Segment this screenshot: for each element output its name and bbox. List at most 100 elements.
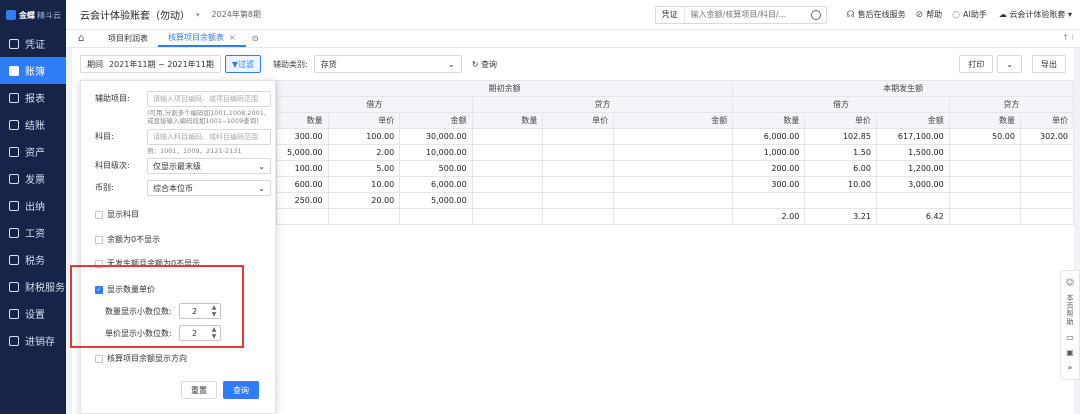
table-row[interactable]: 2.00 3.21 6.42 bbox=[276, 208, 1075, 225]
close-tab-icon[interactable]: × bbox=[229, 33, 236, 42]
zero-balance-checkbox[interactable]: 余额为0不显示 bbox=[95, 234, 160, 245]
table-cell bbox=[471, 160, 544, 177]
table-cell bbox=[471, 144, 544, 161]
tab-label: 项目利润表 bbox=[108, 33, 148, 43]
table-cell: 617,100.00 bbox=[875, 128, 950, 145]
ai-icon: ◌ bbox=[952, 9, 961, 20]
panel-buttons: 重置 查询 bbox=[175, 381, 259, 399]
opening-balance-header: 期初余额 bbox=[275, 80, 734, 97]
tab-scroll-icon[interactable]: ↑ ⁝ bbox=[1062, 33, 1074, 42]
service-label: 售后在线服务 bbox=[857, 10, 906, 19]
table-cell bbox=[471, 192, 544, 209]
table-cell bbox=[1019, 144, 1075, 161]
export-button[interactable]: 导出 bbox=[1032, 55, 1066, 73]
print-button[interactable]: 打印 bbox=[959, 55, 994, 73]
ai-assistant-link[interactable]: ◌ AI助手 bbox=[952, 9, 987, 20]
table-cell bbox=[613, 192, 734, 209]
home-icon[interactable]: ⌂ bbox=[78, 29, 98, 47]
show-account-checkbox[interactable]: 显示科目 bbox=[95, 209, 139, 220]
sidebar-item-label: 财税服务 bbox=[25, 283, 65, 294]
table-cell bbox=[613, 144, 734, 161]
table-cell: 1.50 bbox=[804, 144, 877, 161]
app-logo: 金蝶 精斗云 bbox=[0, 0, 66, 30]
table-cell: 1,500.00 bbox=[875, 144, 950, 161]
opening-debit-header: 借方 bbox=[276, 96, 473, 113]
gift-icon[interactable]: ▣ bbox=[1066, 348, 1074, 357]
table-cell: 100.00 bbox=[327, 128, 401, 145]
close-icon bbox=[9, 119, 19, 130]
table-row[interactable]: 250.00 20.00 5,000.00 bbox=[276, 192, 1075, 209]
table-row[interactable]: 600.00 10.00 6,000.00 300.00 10.00 3,000.00 bbox=[276, 176, 1075, 193]
col-amount: 金额 bbox=[399, 112, 473, 129]
query-button[interactable]: ↻ 查询 bbox=[472, 59, 497, 70]
help-link[interactable]: ⊘ 帮助 bbox=[916, 9, 943, 20]
query-submit-button[interactable]: 查询 bbox=[223, 381, 259, 399]
aux-category-select[interactable]: 存货 ⌄ bbox=[313, 55, 462, 73]
sidebar-item-tax[interactable]: 税务 bbox=[0, 246, 66, 273]
tab-project-balance[interactable]: 核算项目余额表 × bbox=[158, 29, 246, 47]
reset-button[interactable]: 重置 bbox=[181, 381, 217, 399]
table-cell: 5.00 bbox=[327, 160, 401, 177]
currency-select[interactable]: 综合本位币 ⌄ bbox=[147, 180, 271, 196]
sidebar-item-voucher[interactable]: 凭证 bbox=[0, 30, 66, 57]
table-row[interactable]: 5,000.00 2.00 10,000.00 1,000.00 1.50 1,500.0… bbox=[276, 144, 1075, 161]
report-icon bbox=[9, 92, 19, 103]
after-sales-service-link[interactable]: ☊ 售后在线服务 bbox=[847, 9, 906, 20]
table-cell bbox=[471, 176, 544, 193]
period-value: 2021年11期 ~ 2021年11期 bbox=[109, 59, 214, 69]
table-cell: 300.00 bbox=[732, 176, 806, 193]
table-row[interactable]: 300.00 100.00 30,000.00 6,000.00 102.85 617,1… bbox=[276, 128, 1075, 145]
expand-icon[interactable]: » bbox=[1068, 363, 1073, 372]
table-cell bbox=[542, 128, 615, 145]
sidebar-item-salary[interactable]: 工资 bbox=[0, 219, 66, 246]
brand-mark-icon bbox=[6, 10, 16, 20]
book-selector[interactable]: 云会计体验账套（勿动） bbox=[80, 7, 190, 22]
table-cell: 50.00 bbox=[948, 128, 1021, 145]
table-cell: 302.00 bbox=[1019, 128, 1075, 145]
page-help-link[interactable]: 本页帮助 bbox=[1065, 294, 1075, 326]
search-icon[interactable] bbox=[810, 9, 821, 20]
sidebar-item-label: 出纳 bbox=[25, 202, 45, 213]
tab-more-icon[interactable]: ⊙ bbox=[246, 29, 259, 47]
search-type-select[interactable]: 凭证 bbox=[656, 6, 685, 23]
period-range-selector[interactable]: 期间 2021年11期 ~ 2021年11期 bbox=[80, 55, 221, 73]
sidebar-item-report[interactable]: 报表 bbox=[0, 84, 66, 111]
chevron-down-icon[interactable]: ▾ bbox=[196, 11, 200, 19]
table-cell bbox=[1019, 160, 1075, 177]
book-icon bbox=[9, 65, 19, 76]
table-cell bbox=[613, 128, 734, 145]
tab-project-profit[interactable]: 项目利润表 bbox=[98, 29, 158, 47]
currency-label: 币别: bbox=[95, 183, 114, 192]
table-cell: 5,000.00 bbox=[399, 192, 473, 209]
level-select[interactable]: 仅显示最末级 ⌄ bbox=[147, 158, 271, 174]
sidebar-item-service[interactable]: 财税服务 bbox=[0, 273, 66, 300]
col-price: 单价 bbox=[804, 112, 877, 129]
sidebar-item-settings[interactable]: 设置 bbox=[0, 300, 66, 327]
sidebar-item-cashier[interactable]: 出纳 bbox=[0, 192, 66, 219]
account-hint: 例：1001、1009、2121-2131 bbox=[147, 147, 242, 155]
service-icon bbox=[9, 281, 19, 292]
balance-table: 期初余额 本期发生额 借方 贷方 借方 贷方 数量 单价 金额 数量 单价 金额… bbox=[275, 80, 1075, 225]
show-direction-checkbox[interactable]: 核算项目余额显示方向 bbox=[95, 353, 187, 364]
checkbox-box bbox=[95, 354, 103, 363]
sidebar-item-asset[interactable]: 资产 bbox=[0, 138, 66, 165]
chat-icon[interactable]: ▭ bbox=[1066, 333, 1074, 342]
aux-item-input[interactable]: 请输入项目编码、或项目编码范围 bbox=[147, 91, 271, 107]
sidebar-item-book[interactable]: 账簿 bbox=[0, 57, 66, 84]
sidebar-item-inventory[interactable]: 进销存 bbox=[0, 327, 66, 354]
inventory-icon bbox=[9, 335, 19, 346]
search-input[interactable] bbox=[684, 10, 811, 19]
table-cell: 6.00 bbox=[804, 160, 877, 177]
account-input[interactable]: 请输入科目编码、或科目编码范围 bbox=[147, 129, 271, 145]
table-row[interactable]: 100.00 5.00 500.00 200.00 6.00 1,200.00 bbox=[276, 160, 1075, 177]
sidebar-item-invoice[interactable]: 发票 bbox=[0, 165, 66, 192]
table-cell: 10,000.00 bbox=[399, 144, 473, 161]
print-dropdown-button[interactable]: ⌄ bbox=[997, 55, 1022, 73]
table-cell bbox=[732, 192, 806, 209]
sidebar-item-label: 报表 bbox=[25, 94, 45, 105]
sidebar-item-close[interactable]: 结账 bbox=[0, 111, 66, 138]
smile-icon[interactable]: ☺ bbox=[1066, 278, 1074, 287]
filter-button[interactable]: ▼ 过滤 bbox=[224, 55, 262, 73]
account-menu[interactable]: ☁ 云会计体验账套 ▾ bbox=[999, 9, 1072, 20]
table-cell: 3.21 bbox=[804, 208, 877, 225]
